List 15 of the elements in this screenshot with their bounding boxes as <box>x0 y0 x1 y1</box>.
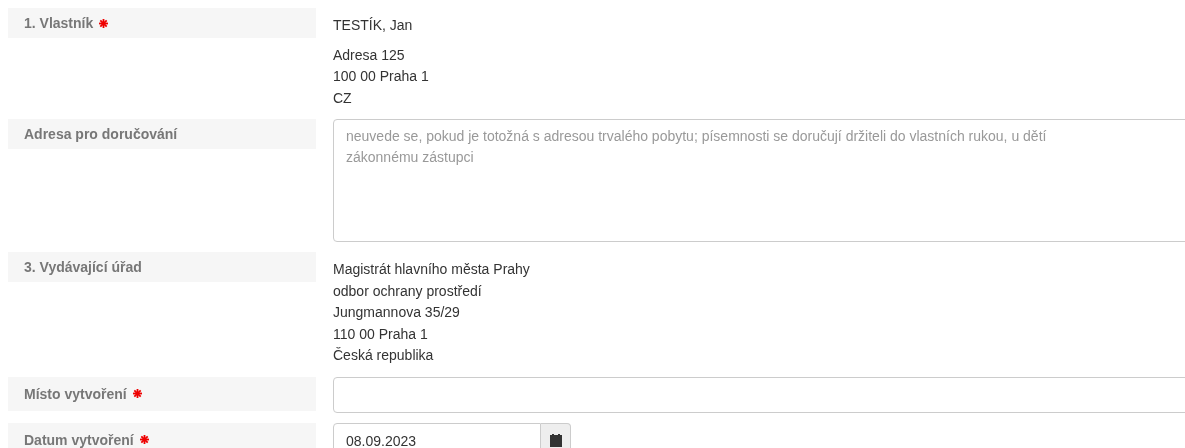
field-label: 3. Vydávající úřad <box>24 259 142 275</box>
calendar-icon[interactable] <box>541 422 571 448</box>
required-asterisk-icon <box>139 435 149 444</box>
field-label: Datum vytvoření <box>24 431 134 448</box>
place-input[interactable] <box>333 376 1185 413</box>
field-label: Místo vytvoření <box>24 385 127 402</box>
field-label: 1. Vlastník <box>24 15 94 31</box>
required-asterisk-icon <box>132 389 142 398</box>
field-value: Adresa 125 100 00 Praha 1 CZ <box>333 45 430 108</box>
date-input[interactable]: 08.09.2023 <box>333 422 541 448</box>
field-label: Adresa pro doručování <box>24 126 178 142</box>
field-value: TESTÍK, Jan <box>333 16 414 35</box>
field-value: Magistrát hlavního města Prahy odbor ochrany prostředí Jungmannova 35/29 110 00 Praha 1 Česká republika <box>333 260 531 365</box>
required-asterisk-icon <box>99 18 109 28</box>
address-textarea[interactable]: neuvede se, pokud je totožná s adresou trvalého pobytu; písemnosti se doručují držiteli do vlastních rukou, u dětí zákonnému zástupci <box>333 119 1185 242</box>
